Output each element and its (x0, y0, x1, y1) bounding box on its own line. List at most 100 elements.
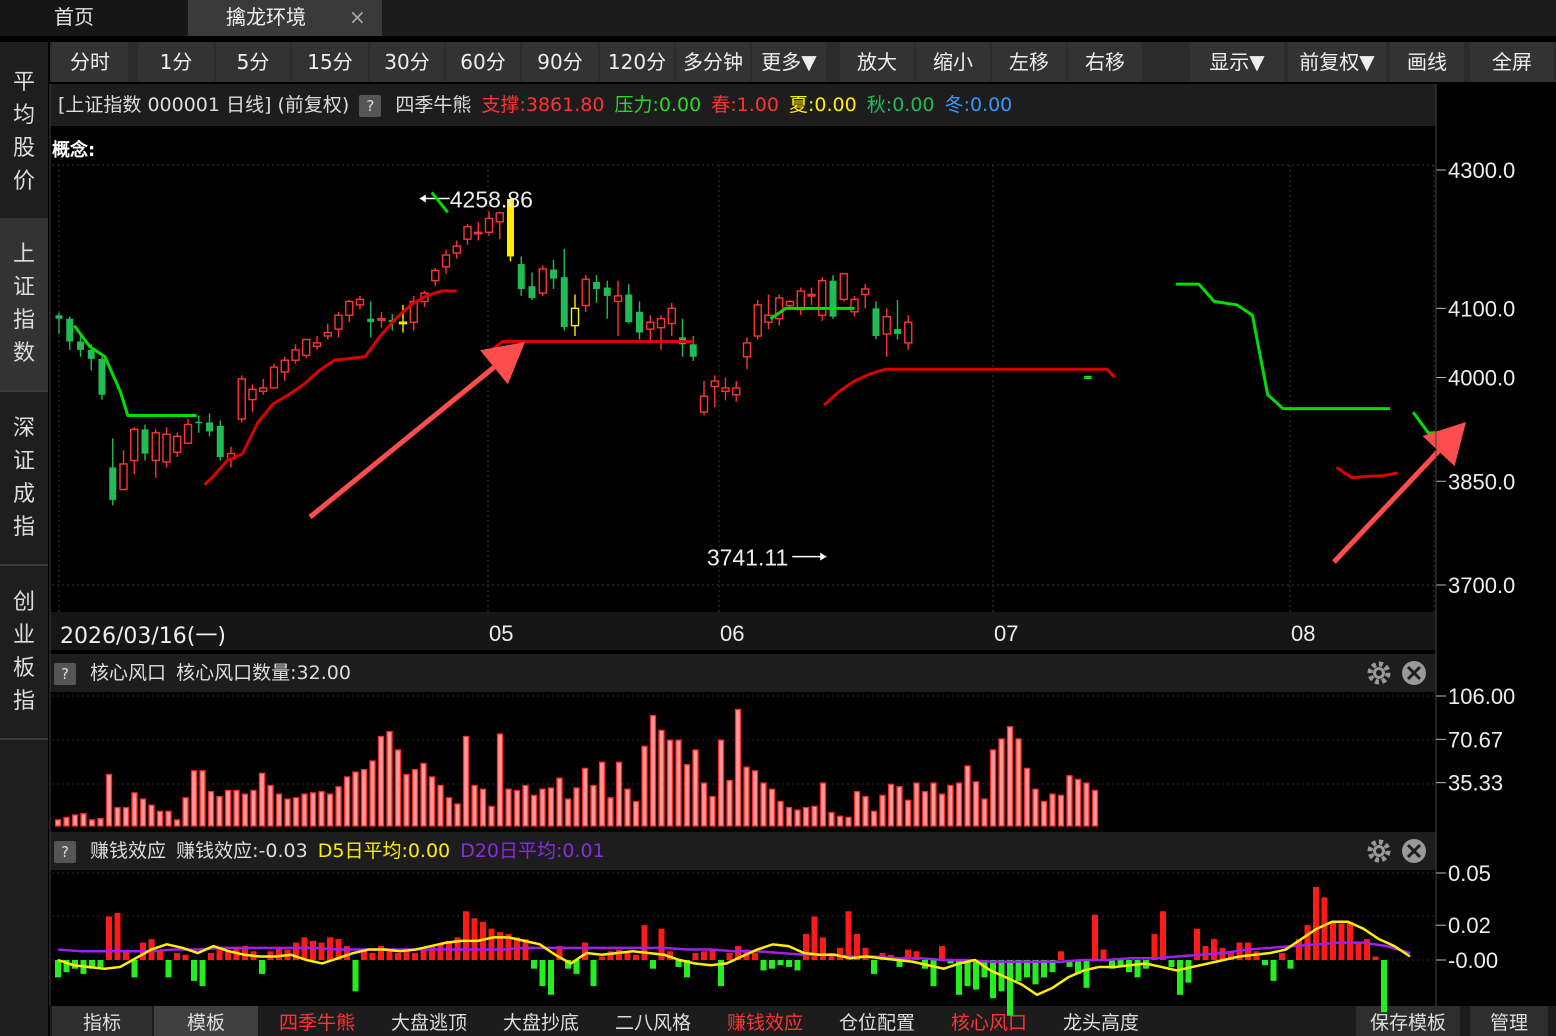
core-wind-bar (377, 735, 385, 827)
core-wind-bar (224, 789, 232, 827)
money-effect-bar (310, 940, 316, 960)
candle (323, 323, 332, 340)
money-effect-bar (752, 953, 758, 960)
core-wind-bar (607, 797, 614, 827)
candle-body (216, 425, 224, 458)
candle-body (839, 273, 848, 301)
candle (528, 272, 536, 301)
core-wind-bar (360, 768, 368, 827)
core-wind-bar (930, 782, 937, 827)
money-y-tick-label: -0.00 (1448, 948, 1498, 973)
money-effect-bar (55, 960, 61, 978)
money-effect-bar (1058, 951, 1064, 960)
candle (162, 427, 171, 468)
date-x-tick-label: 06 (720, 621, 744, 646)
candle-body (130, 428, 139, 462)
core-wind-bar (199, 770, 206, 827)
money-effect-bar (539, 960, 546, 987)
money-effect-bar (352, 960, 359, 992)
candle-body (355, 298, 365, 306)
core-wind-bar (496, 733, 504, 827)
candle-body (646, 321, 655, 330)
money-effect-bar (1092, 914, 1098, 960)
candle (495, 211, 504, 240)
core-wind-bar (590, 784, 597, 827)
trend-arrow-right (1332, 422, 1466, 564)
candle-body (431, 269, 440, 282)
candle-body (345, 300, 354, 316)
core-wind-bar (836, 815, 844, 827)
candle-body (495, 212, 504, 223)
money-effect-bar (378, 946, 384, 960)
money-effect-bar (1372, 956, 1379, 960)
trend-arrow-left (308, 342, 525, 519)
core-wind-bar (768, 788, 776, 827)
core-wind-bar (692, 749, 699, 827)
core-wind-bar (190, 770, 198, 827)
candle (431, 268, 440, 287)
candle-body (312, 342, 322, 348)
core-wind-bar (530, 794, 538, 827)
core-wind-bar (581, 767, 589, 827)
price-y-tick-label: 4300.0 (1448, 158, 1515, 183)
candle (269, 363, 279, 389)
candle (593, 275, 600, 303)
candle (109, 438, 117, 506)
core-wind-bar (853, 791, 861, 827)
money-effect-bar (216, 949, 223, 960)
core-wind-bar (131, 792, 138, 827)
core-wind-bar (309, 792, 317, 827)
price-y-tick-label: 3850.0 (1448, 469, 1515, 494)
core-wind-bar (615, 761, 623, 827)
candle (441, 249, 451, 274)
core-wind-bar (420, 762, 427, 827)
candle-body (742, 342, 752, 358)
core-wind-bar (326, 793, 334, 827)
money-effect-bar (726, 953, 733, 960)
money-effect-bar (964, 960, 971, 987)
candle (807, 287, 816, 305)
candle-body (377, 318, 386, 321)
candle (721, 377, 730, 401)
core-wind-bar (726, 779, 733, 827)
money-effect-bar (871, 960, 877, 974)
candle (829, 275, 837, 319)
money-effect-bar (1100, 949, 1107, 960)
core-wind-bar (972, 781, 980, 827)
core-wind-bar (445, 797, 453, 827)
candle (141, 424, 149, 461)
core-wind-bar (964, 765, 971, 827)
money-effect-bar (429, 946, 435, 960)
core-wind-bar (275, 793, 283, 827)
core-wind-bar (717, 739, 725, 827)
core-wind-bar (794, 809, 801, 827)
candle-body (904, 321, 913, 344)
candle-body (581, 278, 590, 307)
candle-body (323, 331, 332, 337)
core-wind-bar (1032, 788, 1039, 827)
candle-body (593, 282, 600, 289)
money-effect-bar (616, 949, 622, 960)
money-effect-bar (403, 951, 410, 960)
money-effect-bar (165, 960, 172, 978)
core-wind-bar (1074, 778, 1082, 827)
core-wind-bar (216, 795, 223, 827)
candle-body (721, 387, 730, 393)
core-wind-bar (539, 788, 546, 827)
core-wind-bar (343, 776, 351, 827)
core-wind-bar (947, 784, 954, 827)
candle (699, 380, 709, 416)
candle-body (183, 423, 193, 444)
candle (463, 223, 472, 245)
money-effect-bar (633, 954, 639, 960)
candle-body (517, 264, 525, 289)
core-wind-bar (751, 770, 759, 827)
core-wind-bar (394, 749, 402, 827)
candle-body (280, 359, 289, 373)
core-wind-bar (700, 782, 708, 827)
candle (345, 300, 354, 323)
candle-body (248, 388, 257, 401)
arrow-shaft (308, 365, 496, 519)
money-effect-bar (590, 960, 597, 987)
candle-body (151, 432, 160, 462)
